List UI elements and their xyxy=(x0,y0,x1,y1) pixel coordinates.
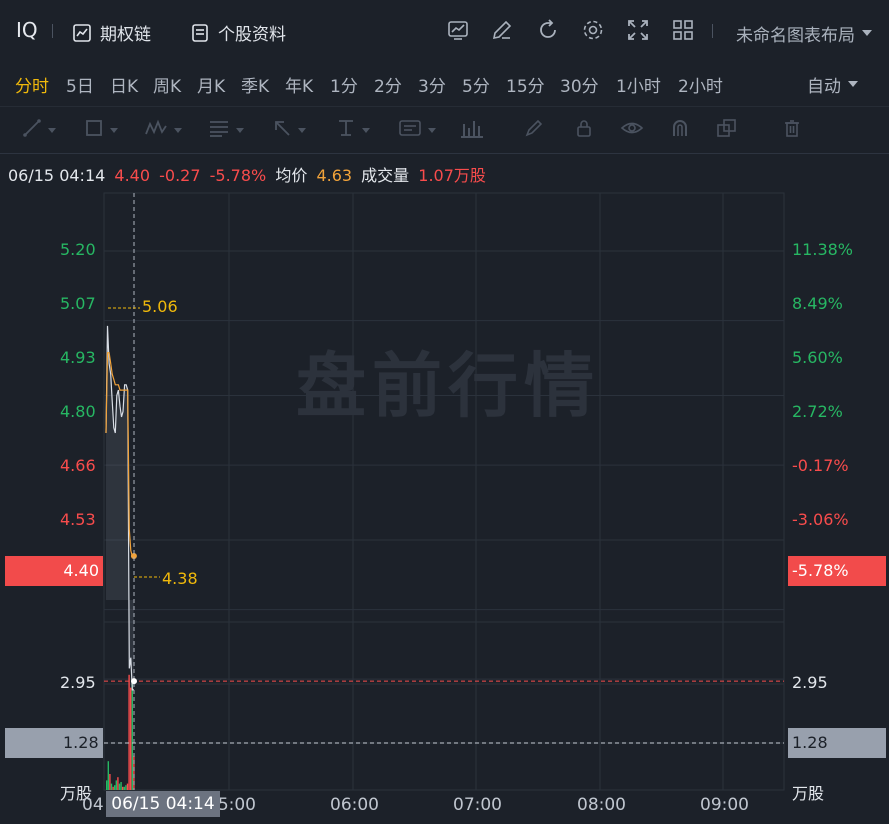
volume-tick: 2.95 xyxy=(792,673,828,692)
time-tick: 06:00 xyxy=(330,795,379,815)
volume-bar xyxy=(115,780,117,790)
plot-frame xyxy=(103,192,785,791)
volume-cursor-badge-left: 1.28 xyxy=(5,728,103,758)
volume-bar xyxy=(128,674,130,790)
volume-unit-right: 万股 xyxy=(792,784,825,803)
volume-bar xyxy=(118,783,121,790)
volume-bar xyxy=(117,777,119,790)
volume-cursor-label: 1.28 xyxy=(63,733,99,752)
volume-cursor-badge-right: 1.28 xyxy=(788,728,886,758)
volume-bar xyxy=(123,786,125,790)
volume-bar xyxy=(112,786,114,790)
pct-tick: 8.49% xyxy=(792,294,843,313)
chart-overlay xyxy=(104,193,784,790)
volume-bar xyxy=(126,783,129,790)
volume-bar xyxy=(130,687,132,790)
price-tick: 4.80 xyxy=(60,402,96,421)
price-tick: 4.66 xyxy=(60,456,96,475)
cursor-time-label: 06/15 04:14 xyxy=(106,791,220,817)
price-tick: 5.20 xyxy=(60,240,96,259)
volume-cursor-label: 1.28 xyxy=(792,733,828,752)
pct-tick: 2.72% xyxy=(792,402,843,421)
volume-bar xyxy=(125,785,127,790)
pct-tick: -3.06% xyxy=(792,510,849,529)
time-tick: 07:00 xyxy=(453,795,502,815)
volume-bar xyxy=(114,785,116,790)
price-tick: 4.93 xyxy=(60,348,96,367)
time-tick: 08:00 xyxy=(577,795,626,815)
time-tick: 09:00 xyxy=(700,795,749,815)
current-pct-badge: -5.78% xyxy=(788,556,886,586)
price-lines xyxy=(105,325,137,691)
pct-tick: -0.17% xyxy=(792,456,849,475)
volume-bar xyxy=(106,780,108,790)
current-pct-label: -5.78% xyxy=(792,561,849,580)
pct-tick: 5.60% xyxy=(792,348,843,367)
volume-bar xyxy=(110,783,113,790)
price-area xyxy=(106,325,134,690)
volume-bar xyxy=(120,782,122,790)
current-price-label: 4.40 xyxy=(63,561,99,580)
high-price-marker: 5.06 xyxy=(142,297,178,316)
low-price-marker: 4.38 xyxy=(162,569,198,588)
pct-tick: 11.38% xyxy=(792,240,854,259)
volume-bar xyxy=(131,681,133,790)
volume-bar xyxy=(107,761,109,790)
chart-grid xyxy=(103,192,785,791)
watermark-text: 盘前行情 xyxy=(296,345,600,427)
volume-tick: 2.95 xyxy=(60,673,96,692)
volume-bars xyxy=(106,674,135,790)
volume-bar xyxy=(122,786,124,790)
time-tick: 04 xyxy=(82,795,104,815)
volume-bar xyxy=(109,774,111,790)
current-price-badge: 4.40 xyxy=(5,556,103,586)
price-tick: 5.07 xyxy=(60,294,96,313)
crosshair-dot xyxy=(131,678,137,685)
price-tick: 4.53 xyxy=(60,510,96,529)
